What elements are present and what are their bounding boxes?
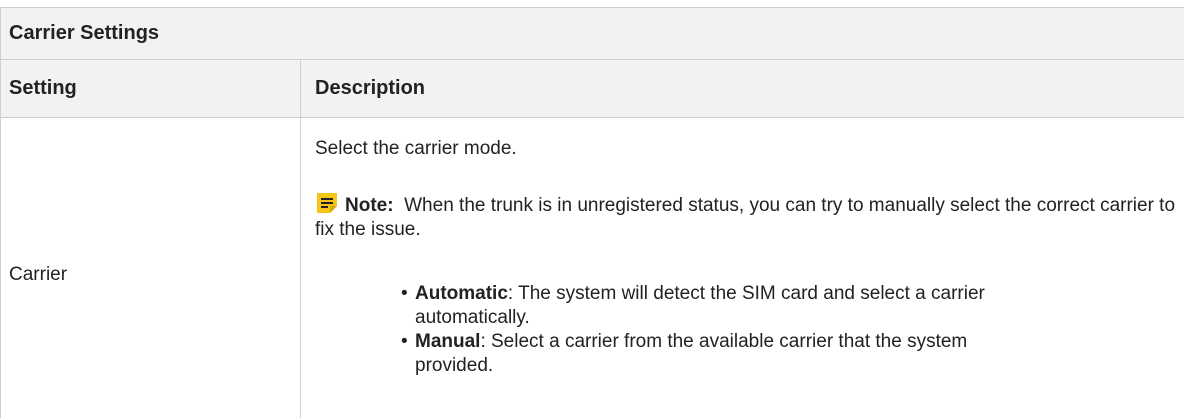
table-row: Carrier Select the carrier mode. Note: W… <box>1 118 1184 418</box>
carrier-settings-table: Carrier Settings Setting Description Car… <box>0 7 1184 418</box>
option-text-manual: : Select a carrier from the available ca… <box>415 331 968 376</box>
option-term-manual: Manual <box>415 331 481 352</box>
options-list: • Automatic: The system will detect the S… <box>315 282 1184 378</box>
setting-cell: Carrier <box>1 118 301 418</box>
table-caption-row: Carrier Settings <box>1 8 1184 60</box>
description-text: Select the carrier mode. <box>315 138 517 159</box>
list-item: • Automatic: The system will detect the S… <box>401 283 985 328</box>
list-item: • Manual: Select a carrier from the avail… <box>401 331 968 376</box>
description-cell: Select the carrier mode. Note: When the … <box>301 118 1184 418</box>
note-text: When the trunk is in unregistered status… <box>315 195 1176 240</box>
table-caption: Carrier Settings <box>9 22 160 44</box>
note-label: Note: <box>345 195 394 216</box>
header-setting: Setting <box>1 60 301 117</box>
header-description: Description <box>315 77 426 99</box>
option-term-automatic: Automatic <box>415 283 508 304</box>
setting-name: Carrier <box>9 264 68 285</box>
note-block: Note: When the trunk is in unregistered … <box>315 191 1184 242</box>
table-header-row: Setting Description <box>1 60 1184 118</box>
note-icon <box>317 193 337 213</box>
